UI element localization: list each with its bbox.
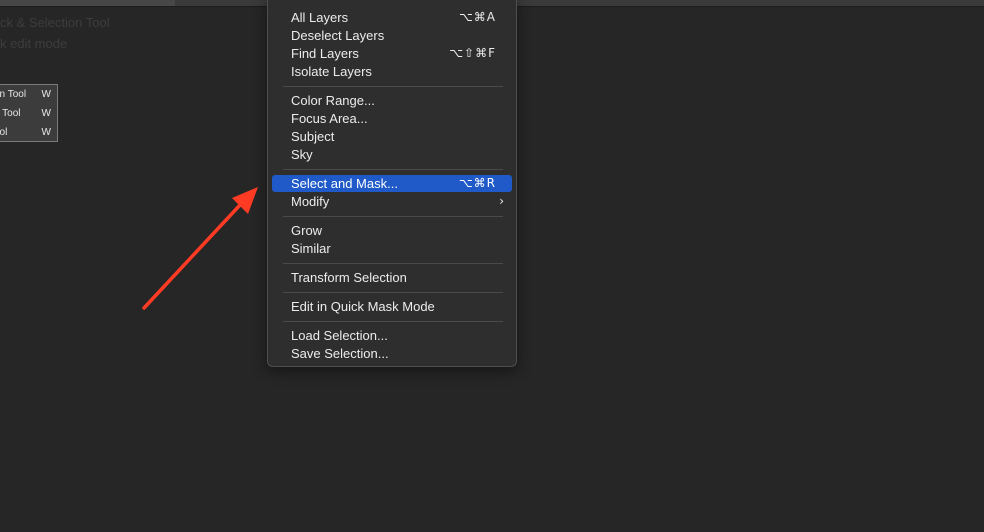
- annotation-arrow: [142, 187, 258, 310]
- arrow-shaft: [142, 203, 242, 310]
